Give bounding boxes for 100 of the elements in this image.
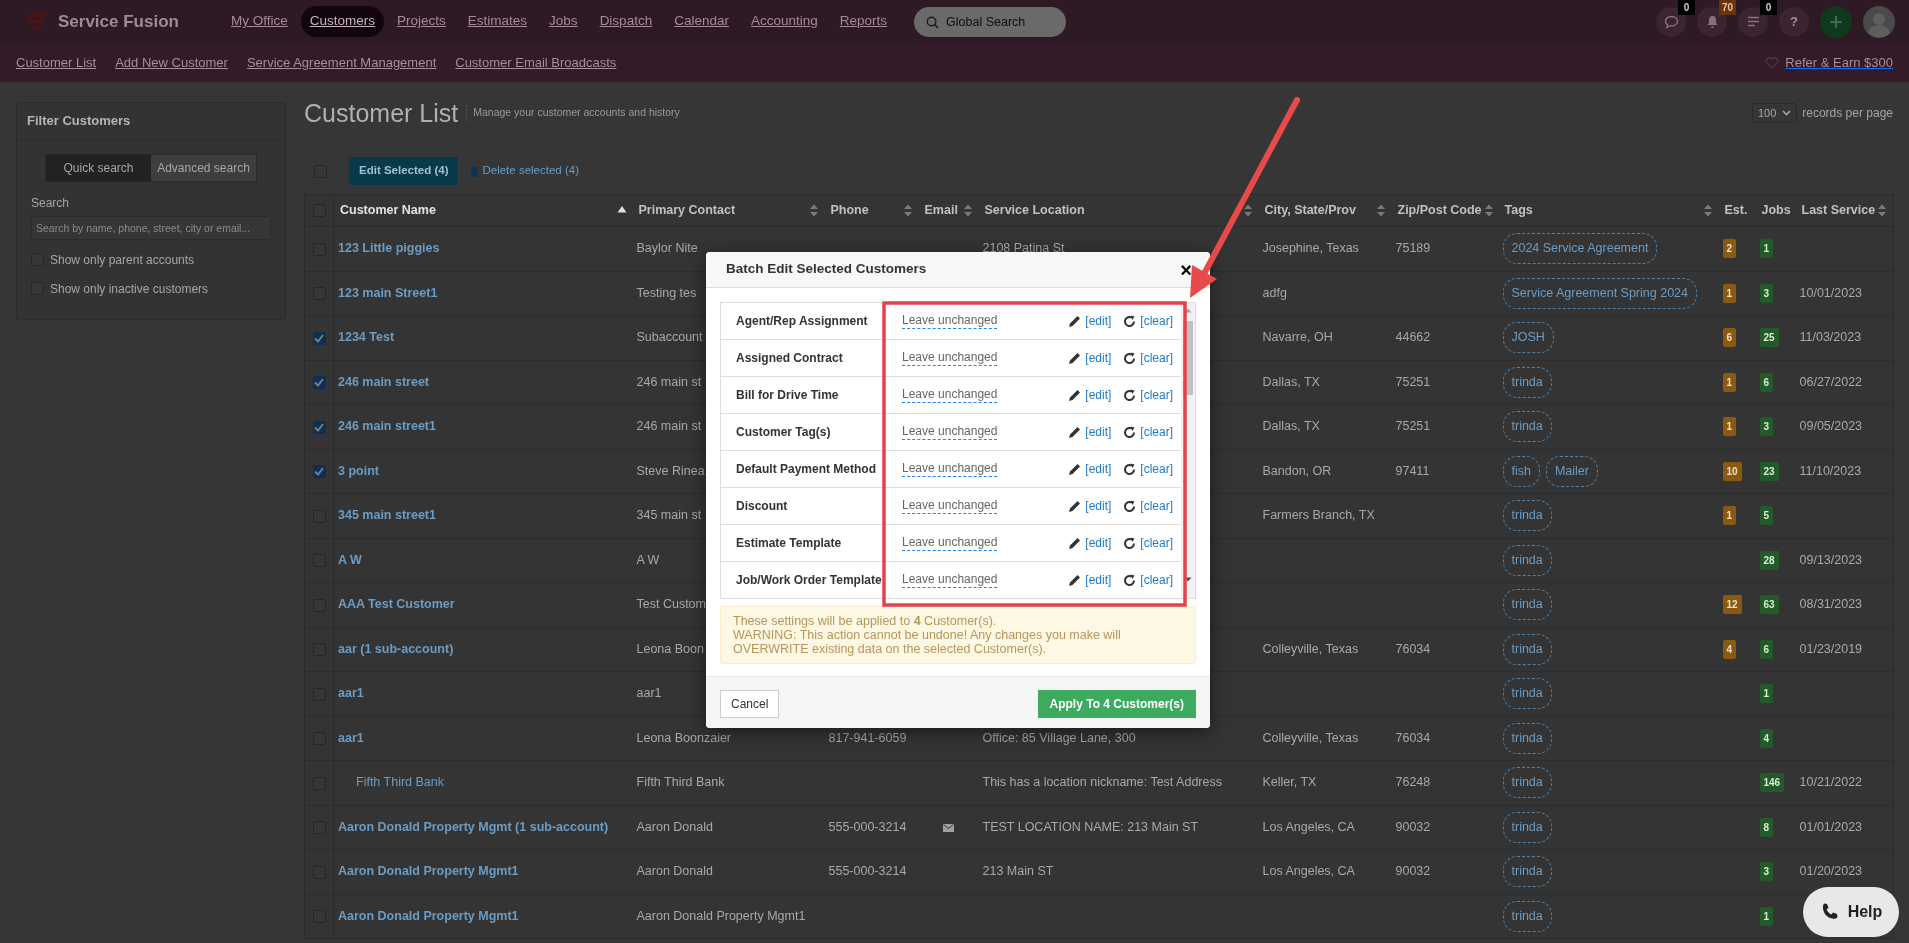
- scroll-up-icon[interactable]: [1184, 308, 1192, 313]
- customer-link[interactable]: 123 main Street1: [338, 285, 438, 300]
- table-cell: 76034: [1391, 627, 1499, 672]
- clear-link[interactable]: [clear]: [1140, 312, 1173, 330]
- scroll-down-icon[interactable]: [1184, 577, 1192, 582]
- search-mode-tab[interactable]: Advanced search: [151, 154, 256, 181]
- pencil-icon[interactable]: [1068, 314, 1082, 328]
- avatar-icon[interactable]: [1863, 5, 1895, 38]
- pencil-icon[interactable]: [1068, 388, 1082, 402]
- nav-tab[interactable]: Dispatch: [590, 6, 662, 37]
- cancel-button[interactable]: Cancel: [720, 690, 780, 718]
- refresh-icon[interactable]: [1123, 351, 1137, 365]
- customer-link[interactable]: Aaron Donald Property Mgmt1: [338, 864, 519, 879]
- edit-selected-button[interactable]: Edit Selected (4): [349, 157, 459, 185]
- customer-link[interactable]: 246 main street: [338, 374, 430, 389]
- edit-link[interactable]: [edit]: [1085, 534, 1112, 552]
- tag[interactable]: Mailer: [1545, 455, 1598, 487]
- pencil-icon[interactable]: [1068, 351, 1082, 365]
- nav-tab[interactable]: Reports: [830, 6, 897, 37]
- edit-link[interactable]: [edit]: [1085, 349, 1112, 367]
- row-checkbox[interactable]: [312, 331, 326, 345]
- estimate-count: 12: [1722, 595, 1742, 615]
- refresh-icon[interactable]: [1123, 388, 1137, 402]
- clear-link[interactable]: [clear]: [1140, 349, 1173, 367]
- nav-tab[interactable]: Customers: [300, 6, 385, 37]
- nav-tab[interactable]: My Office: [222, 6, 297, 37]
- edit-link[interactable]: [edit]: [1085, 460, 1112, 478]
- nav-tab[interactable]: Jobs: [540, 6, 587, 37]
- clear-link[interactable]: [clear]: [1140, 497, 1173, 515]
- field-value[interactable]: Leave unchanged: [902, 313, 998, 329]
- refresh-icon[interactable]: [1123, 314, 1137, 328]
- table-cell: Colleyville, Texas: [1258, 716, 1392, 761]
- customer-link[interactable]: aar (1 sub-account): [338, 641, 454, 656]
- help-button[interactable]: ?: [1779, 6, 1809, 37]
- search-field[interactable]: Search by name, phone, street, city or email...: [31, 215, 271, 240]
- chat-icon[interactable]: [1663, 14, 1679, 29]
- global-search-field[interactable]: Global Search: [914, 6, 1067, 37]
- field-value[interactable]: Leave unchanged: [902, 535, 998, 551]
- field-value[interactable]: Leave unchanged: [902, 387, 998, 403]
- customer-link[interactable]: Aaron Donald Property Mgmt1: [338, 908, 519, 923]
- customer-link[interactable]: AAA Test Customer: [338, 597, 455, 612]
- refresh-icon[interactable]: [1123, 425, 1137, 439]
- clear-link[interactable]: [clear]: [1140, 571, 1173, 589]
- clear-link[interactable]: [clear]: [1140, 386, 1173, 404]
- nav-tab[interactable]: Accounting: [741, 6, 827, 37]
- refresh-icon[interactable]: [1123, 573, 1137, 587]
- edit-link[interactable]: [edit]: [1085, 312, 1112, 330]
- customer-link[interactable]: Aaron Donald Property Mgmt (1 sub-account): [338, 819, 609, 834]
- refer-link[interactable]: Refer & Earn $300: [1785, 52, 1893, 73]
- clear-link[interactable]: [clear]: [1140, 534, 1173, 552]
- tag[interactable]: fish: [1502, 455, 1540, 487]
- bell-icon[interactable]: [1705, 14, 1719, 29]
- delete-selected-link[interactable]: Delete selected (4): [470, 162, 579, 180]
- edit-link[interactable]: [edit]: [1085, 423, 1112, 441]
- list-icon[interactable]: [1746, 16, 1760, 27]
- refresh-icon[interactable]: [1123, 499, 1137, 513]
- nav-tab[interactable]: Calendar: [665, 6, 738, 37]
- subnav-link[interactable]: Customer Email Broadcasts: [455, 52, 617, 73]
- help-button[interactable]: Help: [1803, 887, 1899, 937]
- nav-tab[interactable]: Projects: [388, 6, 455, 37]
- edit-link[interactable]: [edit]: [1085, 386, 1112, 404]
- field-value[interactable]: Leave unchanged: [902, 350, 998, 366]
- subnav-link[interactable]: Add New Customer: [115, 52, 228, 73]
- clear-link[interactable]: [clear]: [1140, 423, 1173, 441]
- customer-link[interactable]: 123 Little piggies: [338, 241, 440, 256]
- envelope-icon[interactable]: [943, 823, 954, 832]
- subnav-link[interactable]: Service Agreement Management: [246, 52, 437, 73]
- refresh-icon[interactable]: [1123, 536, 1137, 550]
- customer-link[interactable]: 1234 Test: [338, 330, 395, 345]
- clear-link[interactable]: [clear]: [1140, 460, 1173, 478]
- customer-link[interactable]: 345 main street1: [338, 508, 436, 523]
- customer-link[interactable]: 3 point: [338, 463, 379, 478]
- pencil-icon[interactable]: [1068, 462, 1082, 476]
- customer-link[interactable]: A W: [338, 552, 362, 567]
- pencil-icon[interactable]: [1068, 573, 1082, 587]
- customer-link[interactable]: 246 main street1: [338, 419, 436, 434]
- tag[interactable]: JOSH: [1502, 322, 1554, 354]
- caret-icon[interactable]: [1782, 110, 1792, 116]
- pencil-icon[interactable]: [1068, 499, 1082, 513]
- refresh-icon[interactable]: [1123, 462, 1137, 476]
- row-checkbox[interactable]: [312, 420, 326, 434]
- edit-link[interactable]: [edit]: [1085, 497, 1112, 515]
- apply-button[interactable]: Apply To 4 Customer(s): [1037, 690, 1196, 718]
- field-value[interactable]: Leave unchanged: [902, 498, 998, 514]
- customer-link[interactable]: aar1: [338, 686, 364, 701]
- field-value[interactable]: Leave unchanged: [902, 424, 998, 440]
- customer-link[interactable]: aar1: [338, 730, 364, 745]
- pencil-icon[interactable]: [1068, 536, 1082, 550]
- per-page-select[interactable]: 100: [1751, 102, 1798, 124]
- field-value[interactable]: Leave unchanged: [902, 572, 998, 588]
- field-value[interactable]: Leave unchanged: [902, 461, 998, 477]
- row-checkbox[interactable]: [312, 376, 326, 390]
- subnav-link[interactable]: Customer List: [16, 52, 97, 73]
- pencil-icon[interactable]: [1068, 425, 1082, 439]
- search-mode-tab[interactable]: Quick search: [46, 154, 151, 181]
- edit-link[interactable]: [edit]: [1085, 571, 1112, 589]
- nav-tab[interactable]: Estimates: [458, 6, 537, 37]
- customer-link[interactable]: Fifth Third Bank: [356, 775, 444, 790]
- add-button[interactable]: [1820, 5, 1852, 38]
- row-checkbox[interactable]: [312, 465, 326, 479]
